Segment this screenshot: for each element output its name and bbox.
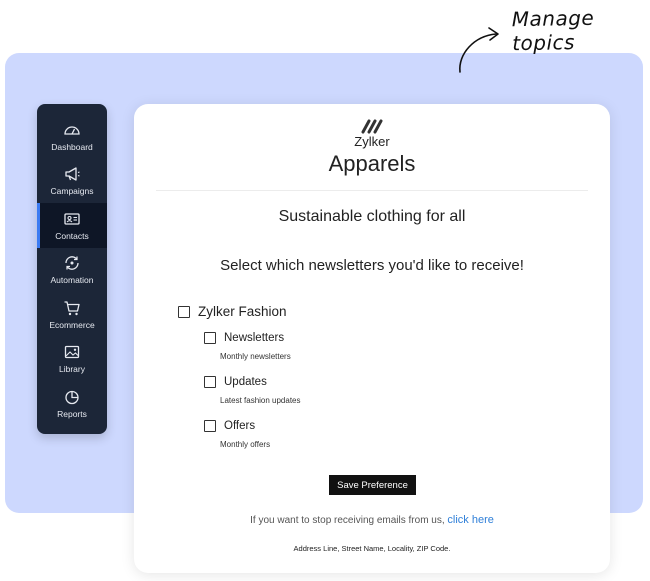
sidebar-item-label: Automation bbox=[50, 275, 94, 286]
topic-offers[interactable]: Offers bbox=[204, 420, 255, 432]
topic-label: Updates bbox=[224, 376, 267, 388]
unsubscribe-link[interactable]: click here bbox=[447, 514, 493, 526]
newsletter-prompt: Select which newsletters you'd like to r… bbox=[220, 257, 524, 274]
topic-newsletters[interactable]: Newsletters bbox=[204, 332, 284, 344]
brand-subtitle: Apparels bbox=[328, 151, 416, 176]
callout-label: Manage topics bbox=[511, 5, 595, 56]
sidebar-item-label: Library bbox=[59, 364, 85, 375]
topic-group-zylker-fashion[interactable]: Zylker Fashion bbox=[178, 304, 287, 319]
save-preference-button[interactable]: Save Preference bbox=[329, 475, 416, 495]
header-divider bbox=[156, 190, 588, 191]
zylker-logo-icon bbox=[361, 119, 383, 134]
dashboard-icon bbox=[63, 121, 81, 139]
tagline: Sustainable clothing for all bbox=[278, 208, 466, 225]
sidebar-item-label: Contacts bbox=[55, 230, 89, 241]
sidebar-item-label: Dashboard bbox=[51, 141, 93, 152]
sidebar-nav: Dashboard Campaigns Contacts Automation … bbox=[37, 104, 107, 434]
sidebar-item-campaigns[interactable]: Campaigns bbox=[37, 159, 107, 204]
topic-label: Offers bbox=[224, 420, 256, 432]
sidebar-item-label: Reports bbox=[57, 408, 87, 419]
topic-group-label: Zylker Fashion bbox=[198, 304, 287, 319]
pie-chart-icon bbox=[63, 388, 81, 406]
subscription-preferences-card: Zylker Apparels Sustainable clothing for… bbox=[134, 104, 610, 573]
checkbox-zylker-fashion[interactable] bbox=[178, 305, 190, 318]
topic-description: Latest fashion updates bbox=[220, 396, 301, 405]
cart-icon bbox=[63, 299, 81, 317]
topic-description: Monthly offers bbox=[220, 440, 271, 449]
brand-name: Zylker bbox=[354, 134, 390, 149]
unsubscribe-notice: If you want to stop receiving emails fro… bbox=[134, 514, 610, 526]
sidebar-item-library[interactable]: Library bbox=[37, 337, 107, 382]
sidebar-item-ecommerce[interactable]: Ecommerce bbox=[37, 292, 107, 337]
sidebar-item-reports[interactable]: Reports bbox=[37, 381, 107, 426]
checkbox-updates[interactable] bbox=[204, 376, 216, 388]
sidebar-item-label: Campaigns bbox=[50, 186, 94, 197]
topic-label: Newsletters bbox=[224, 332, 285, 344]
callout-arrow-icon bbox=[459, 27, 499, 73]
megaphone-icon bbox=[63, 165, 81, 183]
checkbox-offers[interactable] bbox=[204, 420, 216, 432]
sidebar-item-contacts[interactable]: Contacts bbox=[37, 203, 107, 248]
sidebar-item-label: Ecommerce bbox=[49, 319, 95, 330]
footer-address: Address Line, Street Name, Locality, ZIP… bbox=[293, 544, 451, 553]
image-icon bbox=[63, 343, 81, 361]
sidebar-item-automation[interactable]: Automation bbox=[37, 248, 107, 293]
automation-icon bbox=[63, 254, 81, 272]
contact-card-icon bbox=[63, 210, 81, 228]
checkbox-newsletters[interactable] bbox=[204, 332, 216, 344]
topic-description: Monthly newsletters bbox=[220, 352, 291, 361]
topic-updates[interactable]: Updates bbox=[204, 376, 267, 388]
sidebar-item-dashboard[interactable]: Dashboard bbox=[37, 114, 107, 159]
unsubscribe-text: If you want to stop receiving emails fro… bbox=[250, 515, 445, 526]
